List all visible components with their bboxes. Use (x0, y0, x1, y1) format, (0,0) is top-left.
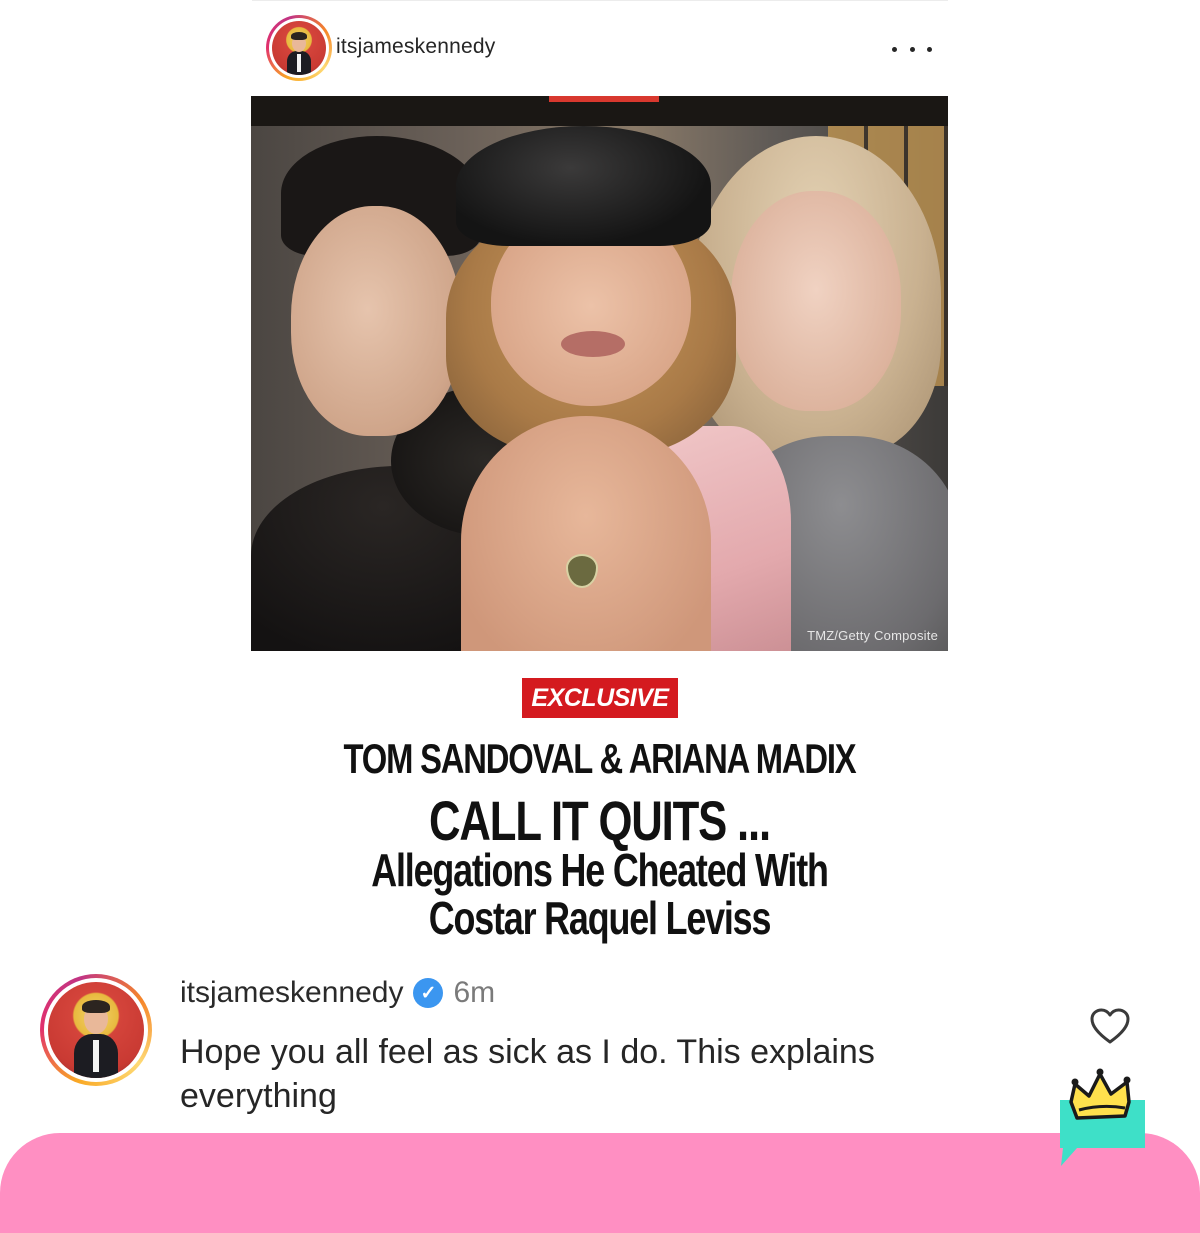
post-avatar[interactable] (266, 15, 332, 81)
crown-icon[interactable] (1057, 1068, 1147, 1168)
post-username[interactable]: itsjameskennedy (336, 35, 495, 59)
headline-area: EXCLUSIVE TOM SANDOVAL & ARIANA MADIX CA… (251, 651, 948, 961)
comment-header: itsjameskennedy ✓ 6m (180, 976, 495, 1010)
comment-time: 6m (453, 976, 496, 1009)
verified-badge-icon: ✓ (413, 978, 444, 1008)
headline-line-1: TOM SANDOVAL & ARIANA MADIX (343, 735, 857, 782)
post-header: itsjameskennedy (252, 0, 948, 97)
headline-line-3: Allegations He Cheated With (371, 844, 829, 896)
more-horizontal-icon[interactable] (892, 37, 932, 61)
exclusive-badge: EXCLUSIVE (522, 678, 678, 718)
comment-username[interactable]: itsjameskennedy (180, 976, 403, 1010)
photo-credit: TMZ/Getty Composite (807, 628, 938, 643)
comment-avatar-photo (48, 982, 144, 1078)
comment-text: Hope you all feel as sick as I do. This … (180, 1033, 875, 1115)
heart-icon[interactable] (1090, 1008, 1130, 1046)
headline-line-4: Costar Raquel Leviss (428, 892, 772, 944)
headline-subtitle: Allegations He Cheated With Costar Raque… (328, 846, 872, 942)
bottom-bar (0, 1133, 1200, 1233)
post-photo: TMZ/Getty Composite (251, 96, 948, 651)
